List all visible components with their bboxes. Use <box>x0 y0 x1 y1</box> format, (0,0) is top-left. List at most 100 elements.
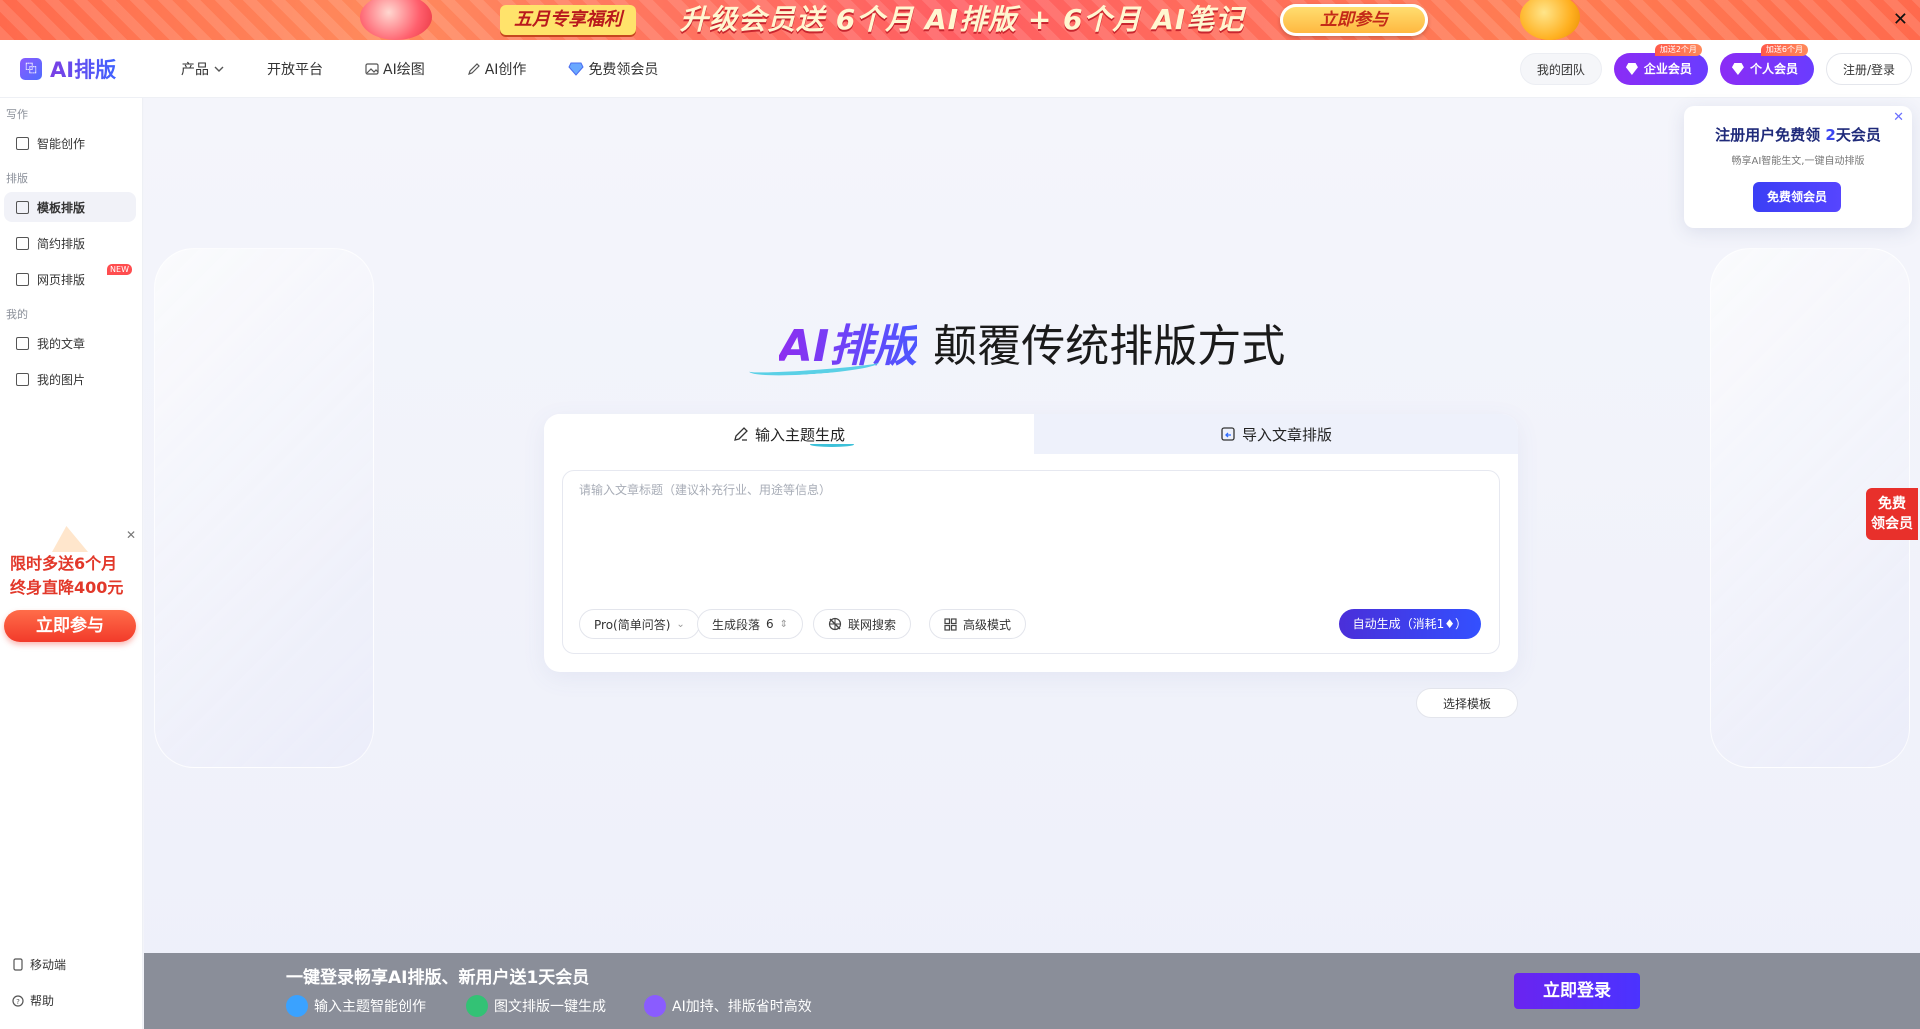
diamond-icon <box>568 62 585 76</box>
promo-headline: 升级会员送 6个月 AI排版 + 6个月 AI笔记 <box>680 3 1245 36</box>
apps-icon <box>16 236 29 250</box>
nav-item-product[interactable]: 产品 <box>181 59 225 79</box>
logo-text: AI排版 <box>50 54 116 84</box>
new-badge: NEW <box>107 264 132 275</box>
close-icon[interactable]: ✕ <box>126 528 136 542</box>
sidebar-item-label: 我的图片 <box>37 372 86 387</box>
gem-icon <box>1625 63 1638 75</box>
edit-icon <box>286 995 308 1017</box>
web-search-toggle[interactable]: 联网搜索 <box>813 609 912 639</box>
promo-line-2: 终身直降400元 <box>10 578 124 597</box>
pen-icon <box>734 427 748 441</box>
hero-subtitle: 颠覆传统排版方式 <box>933 321 1286 372</box>
popup-claim-button[interactable]: 免费领会员 <box>1753 182 1841 212</box>
import-icon <box>1221 427 1235 441</box>
popup-title-days: 2 <box>1825 126 1836 144</box>
select-template-button[interactable]: 选择模板 <box>1416 688 1518 718</box>
sidebar-item-label: 智能创作 <box>37 136 86 151</box>
paragraph-count-value: 6 <box>766 617 774 631</box>
nav-actions: 我的团队 企业会员 加送2个月 个人会员 加送6个月 注册/登录 <box>1519 44 1912 86</box>
top-navigation: ⿻ AI排版 产品 开放平台 AI绘图 AI创作 免费领会员 我的团队 企业会员… <box>0 40 1920 98</box>
login-prompt-bar: 一键登录畅享AI排版、新用户送1天会员 输入主题智能创作 图文排版一键生成 AI… <box>144 953 1920 1029</box>
sidebar-section-mine: 我的 <box>6 308 28 321</box>
float-line-1: 免费 <box>1878 496 1906 512</box>
model-select[interactable]: Pro(简单问答) ⌄ <box>579 609 700 639</box>
sidebar-promo-join-button[interactable]: 立即参与 <box>4 610 136 642</box>
promo-tag: 五月专享福利 <box>500 5 636 35</box>
popup-title-suffix: 天会员 <box>1835 126 1881 144</box>
nav-item-label: AI绘图 <box>383 62 425 78</box>
topic-input-box: Pro(简单问答) ⌄ 生成段落 6 ⇕ 联网搜索 高级模式 自动生成（消耗1♦… <box>562 470 1500 654</box>
bottom-feature-2: 图文排版一键生成 <box>466 995 606 1017</box>
pen-icon <box>467 63 480 75</box>
layout-icon <box>16 272 29 286</box>
login-button[interactable]: 注册/登录 <box>1825 53 1912 85</box>
sidebar-mobile-link[interactable]: 移动端 <box>12 956 66 973</box>
popup-title: 注册用户免费领 2天会员 <box>1684 124 1912 145</box>
topic-input[interactable] <box>579 481 1479 581</box>
robot-icon <box>644 995 666 1017</box>
sidebar-item-my-articles[interactable]: 我的文章 <box>4 328 136 358</box>
sidebar-promo[interactable]: ✕ 限时多送6个月 终身直降400元 立即参与 <box>4 526 138 646</box>
main-content: AI排版颠覆传统排版方式 输入主题生成 导入文章排版 Pro(简单问答) ⌄ 生… <box>144 98 1920 1029</box>
auto-generate-button[interactable]: 自动生成（消耗1♦） <box>1338 609 1481 639</box>
sidebar-item-label: 模板排版 <box>37 200 86 215</box>
nav-menu: 产品 开放平台 AI绘图 AI创作 免费领会员 <box>181 40 658 98</box>
megaphone-icon <box>52 526 88 552</box>
stepper-arrows-icon[interactable]: ⇕ <box>780 619 788 630</box>
tab-label: 导入文章排版 <box>1241 425 1332 444</box>
feature-label: 图文排版一键生成 <box>494 999 606 1015</box>
popup-subtitle: 畅享AI智能生文,一键自动排版 <box>1731 156 1865 167</box>
advanced-mode-label: 高级模式 <box>963 617 1012 632</box>
sidebar-item-simple-layout[interactable]: 简约排版 <box>4 228 136 258</box>
bottom-feature-3: AI加持、排版省时高效 <box>644 995 812 1017</box>
paragraph-count-label: 生成段落 <box>712 617 761 632</box>
personal-vip-button[interactable]: 个人会员 加送6个月 <box>1719 44 1814 85</box>
nav-item-ai-drawing[interactable]: AI绘图 <box>365 59 425 79</box>
grid-icon <box>16 200 29 214</box>
sidebar-item-smart-creation[interactable]: 智能创作 <box>4 128 136 158</box>
nav-item-label: 产品 <box>181 62 209 78</box>
generation-card: 输入主题生成 导入文章排版 Pro(简单问答) ⌄ 生成段落 6 ⇕ 联网搜索 <box>544 414 1518 672</box>
sidebar-item-web-layout[interactable]: 网页排版 NEW <box>4 264 136 294</box>
svg-text:?: ? <box>16 998 20 1006</box>
nav-item-label: 免费领会员 <box>588 62 659 78</box>
sidebar-item-template-layout[interactable]: 模板排版 <box>4 192 136 222</box>
paragraph-count-stepper[interactable]: 生成段落 6 ⇕ <box>697 609 804 639</box>
help-icon: ? <box>12 994 24 1007</box>
enterprise-vip-button[interactable]: 企业会员 加送2个月 <box>1613 44 1708 85</box>
feature-label: AI加持、排版省时高效 <box>672 999 812 1015</box>
sidebar-item-my-images[interactable]: 我的图片 <box>4 364 136 394</box>
nav-item-open-platform[interactable]: 开放平台 <box>267 59 323 79</box>
phone-icon <box>13 958 23 971</box>
tab-import-article[interactable]: 导入文章排版 <box>1034 414 1518 454</box>
advanced-mode-toggle[interactable]: 高级模式 <box>929 609 1027 639</box>
nav-item-ai-creation[interactable]: AI创作 <box>467 59 527 79</box>
promo-line-1: 限时多送6个月 <box>10 554 118 573</box>
free-vip-float-button[interactable]: 免费 领会员 <box>1866 488 1918 540</box>
swoosh-decoration <box>748 355 880 379</box>
sidebar-help-link[interactable]: ? 帮助 <box>12 992 54 1009</box>
promo-banner[interactable]: 五月专享福利 升级会员送 6个月 AI排版 + 6个月 AI笔记 立即参与 ✕ <box>0 0 1920 40</box>
bottom-headline: 一键登录畅享AI排版、新用户送1天会员 <box>286 968 590 988</box>
bottom-login-button[interactable]: 立即登录 <box>1514 973 1640 1009</box>
my-team-button[interactable]: 我的团队 <box>1519 53 1602 85</box>
promo-join-button[interactable]: 立即参与 <box>1280 4 1428 36</box>
nav-item-label: AI创作 <box>484 62 527 78</box>
bottom-feature-1: 输入主题智能创作 <box>286 995 426 1017</box>
close-icon[interactable]: ✕ <box>1893 110 1904 125</box>
personal-vip-label: 个人会员 <box>1749 62 1798 76</box>
nav-item-free-vip[interactable]: 免费领会员 <box>568 59 658 79</box>
image-icon <box>466 995 488 1017</box>
tab-topic-generate[interactable]: 输入主题生成 <box>544 414 1034 454</box>
enterprise-vip-label: 企业会员 <box>1643 62 1692 76</box>
nav-item-label: 开放平台 <box>267 62 323 78</box>
chevron-down-icon: ⌄ <box>676 618 685 630</box>
hero-title: AI排版 颠覆传统排版方式 <box>144 310 1920 379</box>
sidebar-item-label: 我的文章 <box>37 336 86 351</box>
sidebar-item-label: 网页排版 <box>37 272 86 287</box>
chevron-down-icon <box>214 66 224 72</box>
logo[interactable]: ⿻ AI排版 <box>20 54 116 84</box>
sidebar-item-label: 简约排版 <box>37 236 86 251</box>
close-icon[interactable]: ✕ <box>1893 6 1908 34</box>
